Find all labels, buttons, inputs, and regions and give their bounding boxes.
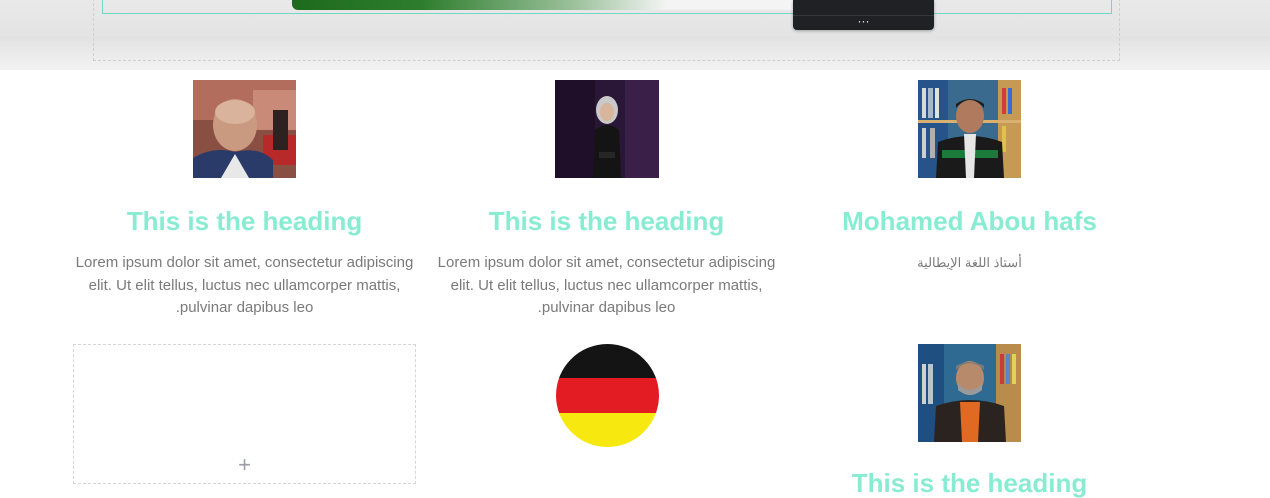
team-text-1: Lorem ipsum dolor sit amet, consectetur … (75, 254, 414, 316)
team-photo-4 (918, 344, 1021, 442)
man-bald-portrait-icon (193, 80, 296, 178)
man-bookshelf-portrait-2-icon (918, 344, 1021, 442)
add-element-icon[interactable]: + (74, 454, 415, 476)
team-heading-3: Mohamed Abou hafs (842, 206, 1097, 236)
team-photo-2 (555, 80, 659, 178)
flag-stripe-black (556, 344, 659, 379)
woman-hijab-portrait-icon (555, 80, 659, 178)
flag-stripe-gold (556, 412, 659, 447)
team-heading-4: This is the heading (851, 468, 1088, 498)
team-heading-2: This is the heading (488, 206, 725, 236)
more-options-icon[interactable]: ··· (793, 14, 934, 28)
flag-stripe-red (556, 378, 659, 413)
team-photo-3 (918, 80, 1021, 178)
selected-element-frame[interactable] (102, 0, 1112, 14)
germany-flag-icon (556, 344, 659, 447)
team-photo-1 (193, 80, 296, 178)
empty-column-dropzone[interactable]: + (73, 344, 416, 484)
man-bookshelf-portrait-icon (918, 80, 1021, 178)
team-heading-1: This is the heading (126, 206, 363, 236)
editor-toolbar-panel[interactable]: ··· (793, 0, 934, 30)
team-text-3: أستاذ اللغة الإيطالية (917, 255, 1022, 270)
team-text-2: Lorem ipsum dolor sit amet, consectetur … (437, 254, 776, 316)
